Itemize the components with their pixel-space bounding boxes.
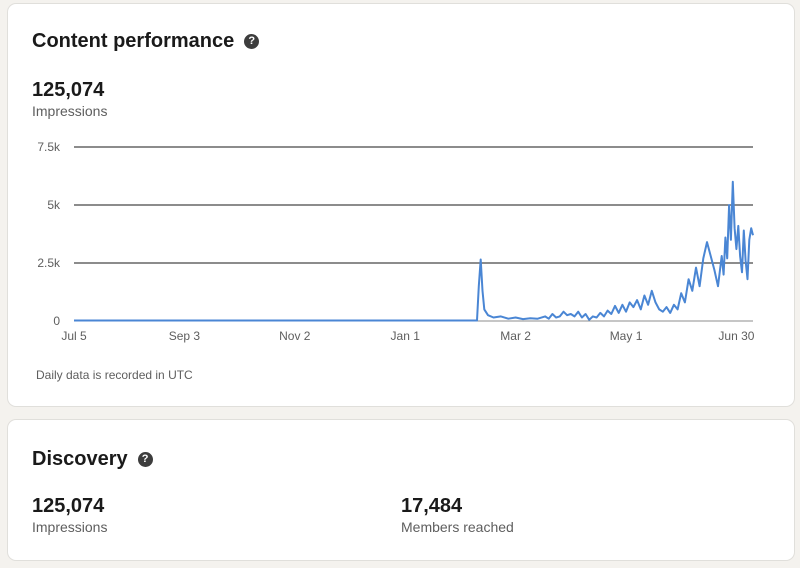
discovery-title: Discovery ? — [32, 448, 153, 471]
discovery-impressions-value: 125,074 — [32, 495, 105, 517]
members-reached-value: 17,484 — [401, 495, 463, 517]
members-reached-label: Members reached — [401, 519, 514, 535]
impressions-line-chart[interactable]: 0 2.5k 5k 7.5k Jul 5 Sep 3 Nov 2 Jan 1 Mar 2 May … — [8, 4, 794, 406]
y-tick-label: 7.5k — [37, 140, 61, 154]
x-tick-label: Jun 30 — [718, 329, 754, 343]
discovery-impressions-label: Impressions — [32, 519, 108, 535]
members-reached-metric: 17,484 Members reached — [401, 494, 514, 536]
y-tick-label: 0 — [53, 314, 60, 328]
x-tick-label: May 1 — [610, 329, 643, 343]
question-circle-icon[interactable]: ? — [137, 452, 153, 467]
x-tick-label: Jan 1 — [391, 329, 421, 343]
y-tick-label: 5k — [47, 198, 61, 212]
utc-footnote: Daily data is recorded in UTC — [36, 368, 193, 382]
x-tick-label: Jul 5 — [61, 329, 87, 343]
discovery-title-text: Discovery — [32, 448, 128, 470]
discovery-card: Discovery ? 125,074 Impressions 17,484 M… — [8, 420, 794, 560]
discovery-impressions-metric: 125,074 Impressions — [32, 494, 107, 536]
content-performance-card: Content performance ? 125,074 Impression… — [8, 4, 794, 406]
x-tick-label: Sep 3 — [169, 329, 201, 343]
x-tick-label: Nov 2 — [279, 329, 311, 343]
x-tick-label: Mar 2 — [500, 329, 531, 343]
impressions-series-line[interactable] — [74, 180, 754, 322]
y-tick-label: 2.5k — [37, 256, 61, 270]
